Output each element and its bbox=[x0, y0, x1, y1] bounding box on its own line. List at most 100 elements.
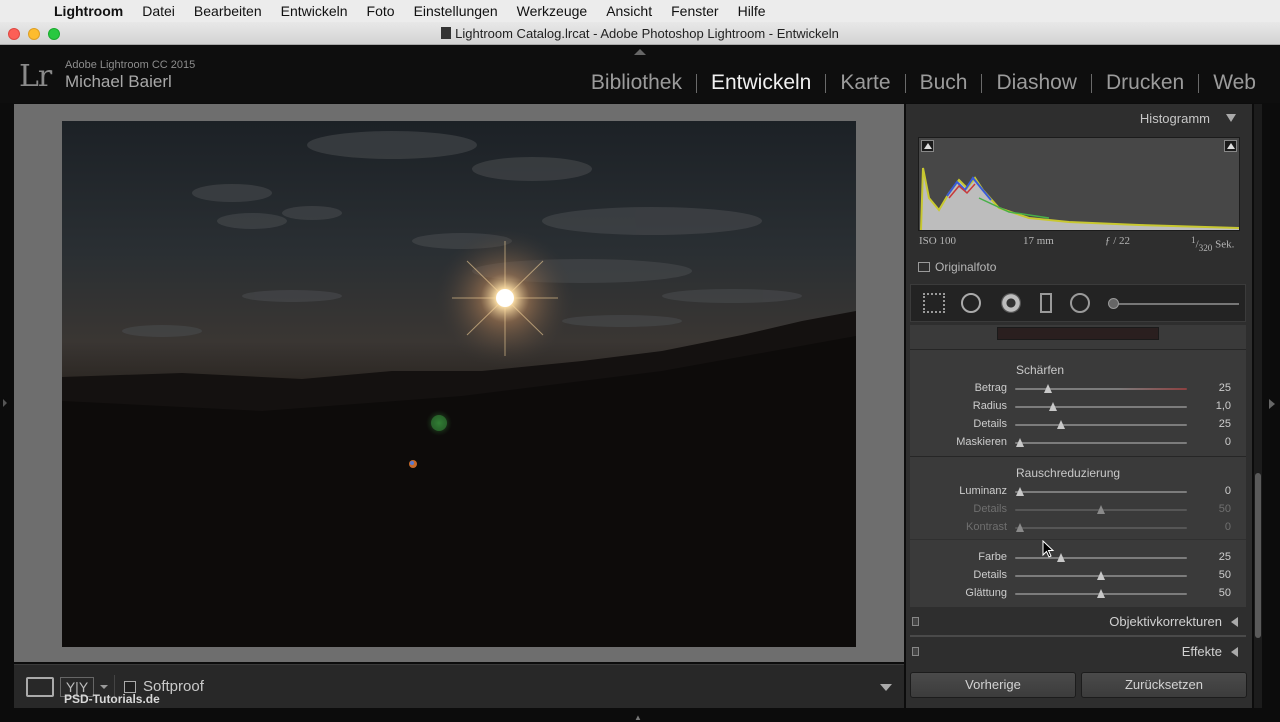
noise-details-slider-thumb[interactable] bbox=[1097, 505, 1105, 514]
crop-overlay-icon[interactable] bbox=[923, 293, 945, 313]
histogram-title[interactable]: Histogramm bbox=[1140, 111, 1210, 126]
sharpen-radius-label: Radius bbox=[972, 400, 1007, 412]
sharpen-maskieren-value[interactable]: 0 bbox=[1197, 436, 1231, 448]
sharpen-details-slider-thumb[interactable] bbox=[1057, 420, 1066, 429]
noise-slider-row: Kontrast 0 bbox=[910, 519, 1246, 537]
noise-glättung-value[interactable]: 50 bbox=[1197, 587, 1231, 599]
menu-ansicht[interactable]: Ansicht bbox=[606, 3, 652, 19]
menu-bearbeiten[interactable]: Bearbeiten bbox=[194, 3, 262, 19]
noise-slider-row: Glättung 50 bbox=[910, 585, 1246, 603]
top-panel-toggle-icon[interactable] bbox=[634, 49, 646, 55]
expand-arrow-icon[interactable] bbox=[1231, 617, 1238, 627]
module-karte[interactable]: Karte bbox=[826, 71, 904, 95]
image-canvas bbox=[14, 104, 904, 662]
menu-datei[interactable]: Datei bbox=[142, 3, 175, 19]
before-after-dropdown-icon[interactable] bbox=[100, 685, 108, 689]
sharpen-slider-row: Betrag 25 bbox=[910, 380, 1246, 398]
expand-arrow-icon[interactable] bbox=[1231, 647, 1238, 657]
menu-einstellungen[interactable]: Einstellungen bbox=[414, 3, 498, 19]
highlight-clipping-icon[interactable] bbox=[1224, 140, 1237, 152]
histogram-graph[interactable] bbox=[918, 137, 1240, 231]
section-divider bbox=[910, 539, 1246, 540]
mouse-cursor-icon bbox=[1042, 540, 1055, 558]
noise-farbe-value[interactable]: 25 bbox=[1197, 551, 1231, 563]
effects-toggle[interactable] bbox=[912, 647, 919, 656]
lens-corrections-toggle[interactable] bbox=[912, 617, 919, 626]
sharpen-maskieren-slider-thumb[interactable] bbox=[1016, 438, 1025, 447]
sharpen-slider-row: Details 25 bbox=[910, 416, 1246, 434]
lens-corrections-header[interactable]: Objektivkorrekturen bbox=[910, 609, 1246, 635]
sunset-photo[interactable] bbox=[62, 121, 856, 647]
histogram-collapse-icon[interactable] bbox=[1226, 114, 1236, 122]
graduated-filter-icon[interactable] bbox=[1040, 293, 1052, 313]
original-photo-checkbox[interactable] bbox=[918, 262, 930, 272]
close-window-button[interactable] bbox=[8, 28, 20, 40]
module-picker: Bibliothek Entwickeln Karte Buch Diashow… bbox=[577, 71, 1270, 95]
menu-werkzeuge[interactable]: Werkzeuge bbox=[517, 3, 588, 19]
menu-fenster[interactable]: Fenster bbox=[671, 3, 718, 19]
adjustment-brush-icon[interactable] bbox=[1108, 298, 1119, 309]
shadow-clipping-icon[interactable] bbox=[921, 140, 934, 152]
noise-details-value[interactable]: 50 bbox=[1197, 503, 1231, 515]
right-panel-scroll-thumb[interactable] bbox=[1255, 473, 1261, 638]
menu-foto[interactable]: Foto bbox=[367, 3, 395, 19]
sharpen-betrag-slider[interactable] bbox=[1015, 388, 1187, 390]
noise-luminanz-slider[interactable] bbox=[1015, 491, 1187, 493]
noise-kontrast-slider[interactable] bbox=[1015, 527, 1187, 529]
noise-glättung-slider-thumb[interactable] bbox=[1097, 589, 1105, 598]
menu-app-lightroom[interactable]: Lightroom bbox=[54, 3, 123, 19]
noise-slider-row: Farbe 25 bbox=[910, 549, 1246, 567]
product-name: Adobe Lightroom CC 2015 bbox=[65, 59, 196, 71]
module-bibliothek[interactable]: Bibliothek bbox=[577, 71, 696, 95]
module-web[interactable]: Web bbox=[1199, 71, 1270, 95]
radial-filter-icon[interactable] bbox=[1070, 293, 1090, 313]
filmstrip-toggle-icon[interactable]: ▲ bbox=[634, 713, 642, 722]
right-panel-toggle-icon[interactable] bbox=[1269, 399, 1275, 409]
module-entwickeln[interactable]: Entwickeln bbox=[697, 71, 825, 95]
module-drucken[interactable]: Drucken bbox=[1092, 71, 1198, 95]
noise-luminanz-value[interactable]: 0 bbox=[1197, 485, 1231, 497]
lens-corrections-title[interactable]: Objektivkorrekturen bbox=[1109, 614, 1222, 629]
sharpen-details-slider[interactable] bbox=[1015, 424, 1187, 426]
original-photo-label[interactable]: Originalfoto bbox=[935, 260, 996, 274]
noise-details-value[interactable]: 50 bbox=[1197, 569, 1231, 581]
identity-plate-user: Michael Baierl bbox=[65, 72, 172, 91]
document-icon bbox=[441, 27, 452, 39]
left-panel-toggle-icon[interactable] bbox=[3, 399, 7, 407]
sharpen-betrag-value[interactable]: 25 bbox=[1197, 382, 1231, 394]
sharpen-radius-slider-thumb[interactable] bbox=[1048, 402, 1057, 411]
fullscreen-window-button[interactable] bbox=[48, 28, 60, 40]
noise-kontrast-label: Kontrast bbox=[966, 521, 1007, 533]
sharpen-radius-slider[interactable] bbox=[1015, 406, 1187, 408]
reset-button[interactable]: Zurücksetzen bbox=[1081, 672, 1247, 698]
exif-shutter: 1/320 Sek. bbox=[1191, 235, 1235, 253]
red-eye-icon[interactable] bbox=[1001, 293, 1021, 313]
spot-removal-icon[interactable] bbox=[961, 293, 981, 313]
detail-panel: Schärfen Betrag 25 Radius 1,0 Details 25 Maski… bbox=[910, 325, 1246, 607]
loupe-view-icon[interactable] bbox=[26, 677, 54, 697]
section-divider bbox=[910, 456, 1246, 457]
sharpen-radius-value[interactable]: 1,0 bbox=[1197, 400, 1231, 412]
toolbar-content-menu-icon[interactable] bbox=[880, 684, 892, 691]
effects-header[interactable]: Effekte bbox=[910, 639, 1246, 665]
noise-details-slider-thumb[interactable] bbox=[1097, 571, 1105, 580]
effects-title[interactable]: Effekte bbox=[1182, 644, 1222, 659]
sharpen-maskieren-slider[interactable] bbox=[1015, 442, 1187, 444]
sharpen-betrag-slider-thumb[interactable] bbox=[1043, 384, 1052, 393]
module-diashow[interactable]: Diashow bbox=[982, 71, 1091, 95]
sharpen-details-label: Details bbox=[973, 418, 1007, 430]
sharpen-details-value[interactable]: 25 bbox=[1197, 418, 1231, 430]
noise-kontrast-value[interactable]: 0 bbox=[1197, 521, 1231, 533]
detail-preview[interactable] bbox=[997, 327, 1159, 340]
noise-kontrast-slider-thumb[interactable] bbox=[1016, 523, 1025, 532]
noise-farbe-slider[interactable] bbox=[1015, 557, 1187, 559]
exif-focal-length: 17 mm bbox=[1023, 235, 1054, 247]
noise-luminanz-slider-thumb[interactable] bbox=[1016, 487, 1025, 496]
previous-button[interactable]: Vorherige bbox=[910, 672, 1076, 698]
minimize-window-button[interactable] bbox=[28, 28, 40, 40]
noise-farbe-slider-thumb[interactable] bbox=[1057, 553, 1066, 562]
menu-entwickeln[interactable]: Entwickeln bbox=[281, 3, 348, 19]
module-buch[interactable]: Buch bbox=[906, 71, 982, 95]
menu-hilfe[interactable]: Hilfe bbox=[738, 3, 766, 19]
noise-details-label: Details bbox=[973, 503, 1007, 515]
